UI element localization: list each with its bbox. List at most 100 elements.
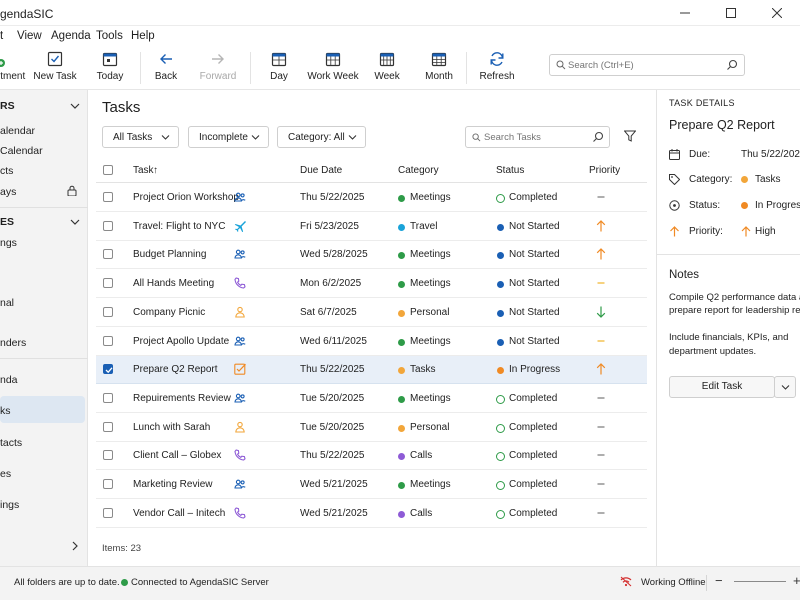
status: Completed: [509, 392, 558, 404]
nav-settings[interactable]: ings: [0, 499, 19, 511]
table-row[interactable]: Vendor Call – Initech Wed 5/21/2025 Calls C…: [96, 500, 647, 528]
minimize-button[interactable]: [662, 0, 708, 26]
page-title: Tasks: [102, 99, 141, 116]
sidebar-section-categories[interactable]: ES: [0, 216, 14, 228]
column-header-due-date[interactable]: Due Date: [300, 165, 342, 176]
search-submit-icon[interactable]: [592, 131, 604, 143]
row-checkbox[interactable]: [103, 249, 113, 260]
status-dot: [497, 338, 504, 346]
column-header-priority[interactable]: Priority: [589, 165, 620, 176]
row-checkbox[interactable]: [103, 392, 113, 403]
column-header-status[interactable]: Status: [496, 165, 524, 176]
nav-notes[interactable]: es: [0, 468, 11, 480]
sort-ascending-icon[interactable]: ↑: [153, 165, 158, 176]
nav-agenda[interactable]: nda: [0, 374, 18, 386]
week-view-button[interactable]: Week: [374, 50, 400, 88]
row-checkbox[interactable]: [103, 479, 113, 489]
sidebar-item-personal[interactable]: nal: [0, 297, 14, 309]
search-submit-icon[interactable]: [726, 59, 738, 71]
nav-contacts[interactable]: tacts: [0, 437, 22, 449]
forward-button[interactable]: Forward: [200, 50, 236, 88]
day-view-button[interactable]: Day: [270, 50, 288, 88]
column-header-category[interactable]: Category: [398, 165, 439, 176]
priority-normal-dash-icon: [597, 425, 605, 428]
sidebar-item-meetings[interactable]: ngs: [0, 237, 17, 249]
menu-tools[interactable]: Tools: [96, 30, 123, 42]
row-checkbox[interactable]: [103, 421, 113, 432]
column-header-task[interactable]: Task: [133, 165, 154, 176]
chevron-down-icon[interactable]: [70, 217, 80, 227]
today-button[interactable]: Today: [96, 50, 124, 88]
global-search-input[interactable]: [568, 57, 718, 73]
task-search-input[interactable]: [484, 130, 584, 144]
task-name: Repuirements Review: [133, 392, 231, 404]
new-appointment-button[interactable]: ntment: [0, 50, 28, 88]
sidebar-item-calendar-2[interactable]: Calendar: [0, 145, 43, 157]
calendar-day-icon: [271, 52, 287, 67]
nav-tasks[interactable]: ks: [0, 405, 11, 417]
row-checkbox[interactable]: [103, 450, 113, 461]
edit-task-button[interactable]: Edit Task: [669, 376, 775, 398]
edit-task-dropdown[interactable]: [774, 376, 796, 398]
sidebar-item-contacts[interactable]: cts: [0, 165, 13, 177]
row-checkbox[interactable]: [103, 278, 113, 289]
table-row[interactable]: Project Orion Workshop Thu 5/22/2025 Meeti…: [96, 184, 647, 212]
back-button[interactable]: Back: [155, 50, 177, 88]
table-row[interactable]: Repuirements Review Tue 5/20/2025 Meetings…: [96, 385, 647, 413]
menu-view[interactable]: View: [17, 30, 42, 42]
zoom-in-button[interactable]: +: [793, 573, 800, 588]
select-all-checkbox[interactable]: [103, 165, 113, 175]
status-completed-icon: [496, 481, 505, 490]
sidebar-item-reminders[interactable]: nders: [0, 337, 26, 349]
task-search-box[interactable]: [465, 126, 610, 148]
task-name: All Hands Meeting: [133, 278, 215, 290]
row-checkbox[interactable]: [103, 306, 113, 317]
status-dot: [741, 202, 748, 209]
details-divider: [657, 254, 800, 255]
row-checkbox[interactable]: [103, 507, 113, 518]
row-checkbox[interactable]: [103, 192, 113, 202]
task-state-filter[interactable]: Incomplete: [188, 126, 269, 148]
table-row[interactable]: All Hands Meeting Mon 6/2/2025 Meetings Not…: [96, 270, 647, 299]
task-type-filter[interactable]: All Tasks: [102, 126, 179, 148]
work-week-view-button[interactable]: Work Week: [307, 50, 359, 88]
close-button[interactable]: [754, 0, 800, 26]
chevron-down-icon[interactable]: [70, 101, 80, 111]
menu-agenda[interactable]: Agenda: [51, 30, 91, 42]
new-task-button[interactable]: New Task: [33, 50, 77, 88]
row-checkbox[interactable]: [103, 335, 113, 346]
sidebar-item-calendar[interactable]: alendar: [0, 125, 35, 137]
category: Meetings: [410, 278, 451, 290]
table-row[interactable]: Budget Planning Wed 5/28/2025 Meetings Not …: [96, 241, 647, 270]
table-row[interactable]: Marketing Review Wed 5/21/2025 Meetings Com…: [96, 471, 647, 499]
zoom-out-button[interactable]: −: [715, 573, 723, 588]
row-checkbox[interactable]: [103, 364, 113, 375]
table-row[interactable]: Prepare Q2 Report Thu 5/22/2025 Tasks In Pr…: [96, 356, 647, 385]
refresh-button[interactable]: Refresh: [480, 50, 515, 88]
table-row[interactable]: Client Call – Globex Thu 5/22/2025 Calls Co…: [96, 442, 647, 471]
category: Tasks: [410, 364, 436, 376]
category-filter[interactable]: Category: All: [277, 126, 366, 148]
task-name: Project Apollo Update: [133, 335, 230, 347]
zoom-slider[interactable]: [734, 581, 786, 582]
maximize-button[interactable]: [708, 0, 754, 26]
sidebar-item-holidays[interactable]: ays: [0, 186, 16, 198]
category-dot: [398, 309, 405, 317]
row-checkbox[interactable]: [103, 220, 113, 231]
global-search-box[interactable]: [549, 54, 745, 76]
table-row[interactable]: Company Picnic Sat 6/7/2025 Personal Not St…: [96, 299, 647, 327]
table-row[interactable]: Lunch with Sarah Tue 5/20/2025 Personal Com…: [96, 414, 647, 442]
menu-edit[interactable]: t: [0, 30, 3, 42]
table-row[interactable]: Project Apollo Update Wed 6/11/2025 Meetin…: [96, 328, 647, 356]
table-row[interactable]: Travel: Flight to NYC Fri 5/23/2025 Travel…: [96, 213, 647, 241]
nav-tasks-selected[interactable]: [0, 396, 85, 423]
priority-high-arrow-icon: [596, 248, 606, 260]
filter-icon[interactable]: [624, 130, 636, 142]
menu-help[interactable]: Help: [131, 30, 155, 42]
person-icon: [235, 306, 245, 318]
sidebar-section-folders[interactable]: RS: [0, 100, 15, 112]
month-view-button[interactable]: Month: [425, 50, 453, 88]
chevron-right-icon[interactable]: [70, 541, 80, 551]
offline-status[interactable]: Working Offline: [641, 577, 706, 588]
category-label: Category:: [689, 174, 733, 185]
